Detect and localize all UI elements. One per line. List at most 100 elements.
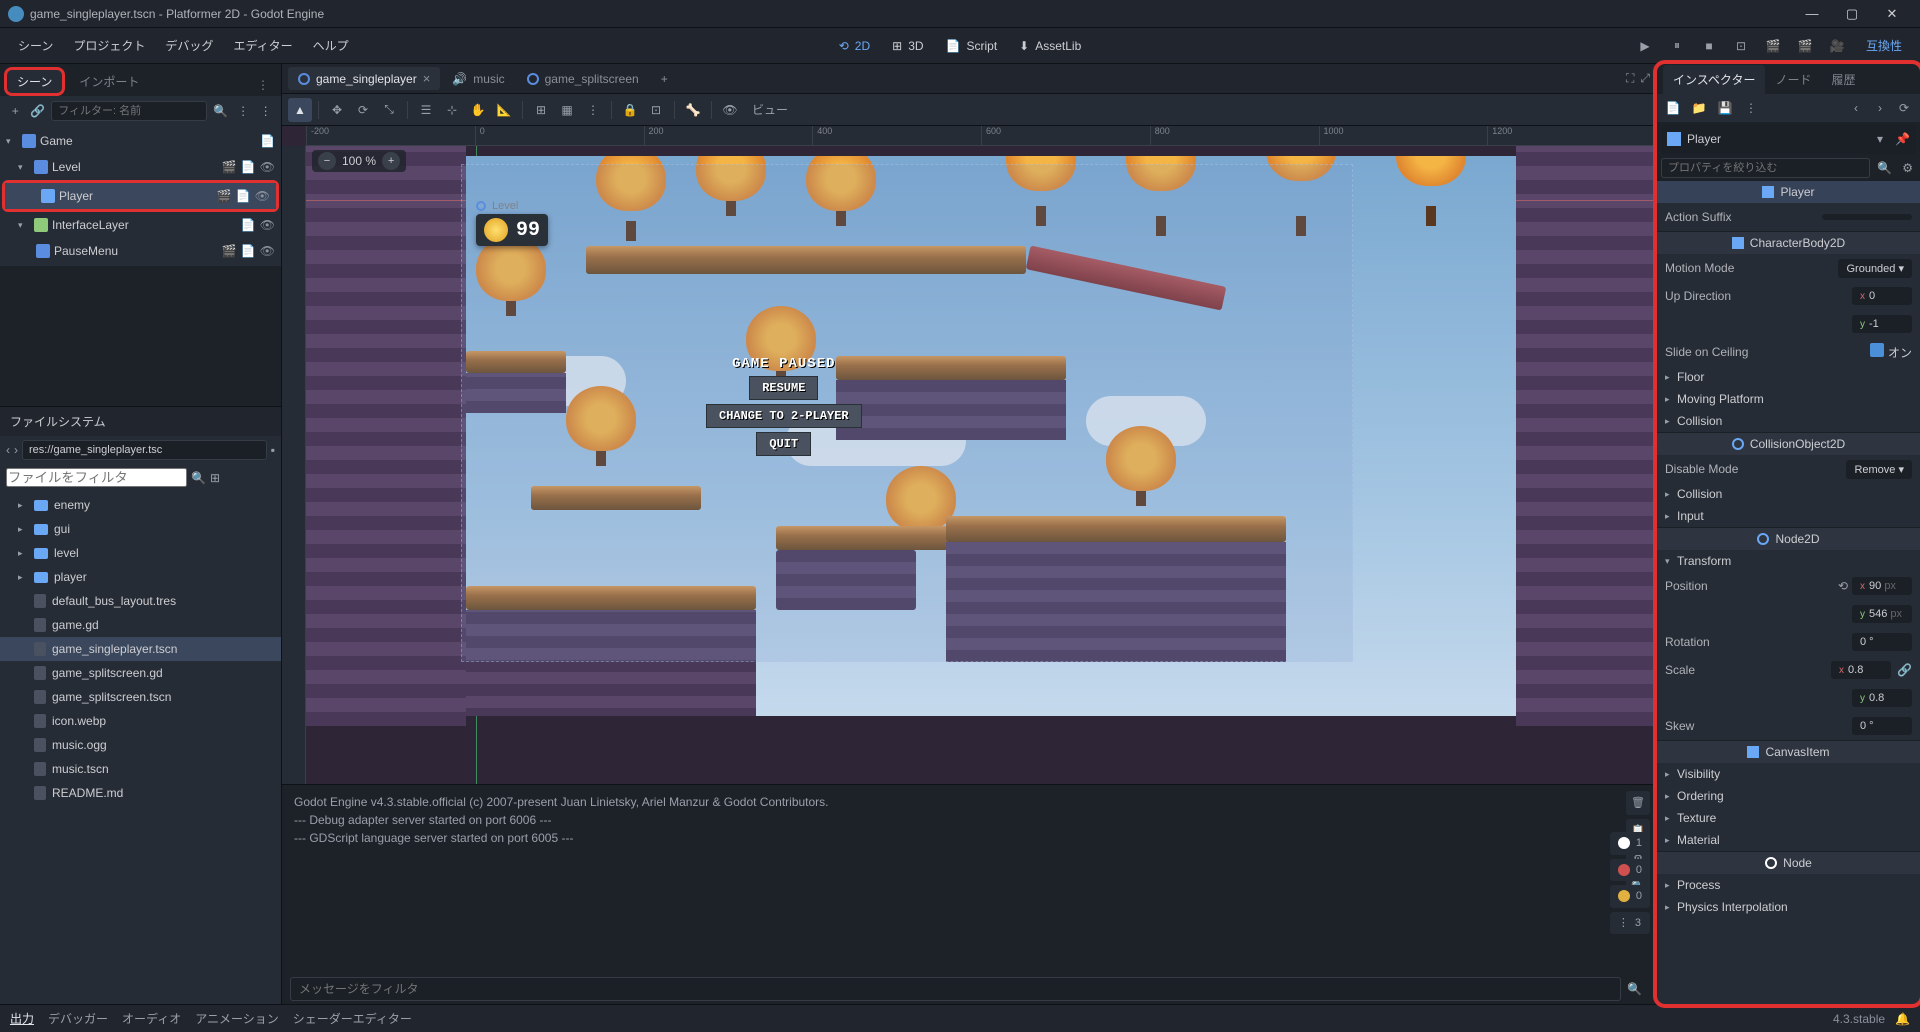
visibility-icon[interactable]: 👁 <box>260 160 275 174</box>
nav-back-button[interactable]: ‹ <box>6 443 10 457</box>
script-icon[interactable]: 📄 <box>236 189 251 203</box>
script-icon[interactable]: 📄 <box>241 160 256 174</box>
group-visibility[interactable]: ▸Visibility <box>1657 763 1920 785</box>
close-button[interactable]: ✕ <box>1872 0 1912 28</box>
tab-audio[interactable]: オーディオ <box>122 1010 181 1027</box>
motion-mode-select[interactable]: Grounded ▾ <box>1838 259 1912 278</box>
group-collision2[interactable]: ▸Collision <box>1657 483 1920 505</box>
fs-item-game_singleplayer-tscn[interactable]: game_singleplayer.tscn <box>0 637 281 661</box>
save-resource-icon[interactable]: 💾 <box>1715 98 1735 118</box>
group-tool[interactable]: ⊡ <box>644 98 668 122</box>
instance-icon[interactable]: 🎬 <box>222 244 237 258</box>
search-icon[interactable]: 🔍 <box>1874 158 1895 178</box>
scale-y-field[interactable]: y0.8 <box>1852 689 1912 707</box>
visibility-icon[interactable]: 👁 <box>260 218 275 232</box>
list-tool[interactable]: ☰ <box>414 98 438 122</box>
zoom-in-button[interactable]: + <box>382 152 400 170</box>
menu-project[interactable]: プロジェクト <box>63 31 155 60</box>
tree-node-interfacelayer[interactable]: ▾ InterfaceLayer 📄👁 <box>0 212 281 238</box>
switch-3d[interactable]: ⊞ 3D <box>882 33 933 59</box>
menu-scene[interactable]: シーン <box>8 31 63 60</box>
extra-options-icon[interactable]: ⋮ <box>1741 98 1761 118</box>
fs-item-default_bus_layout-tres[interactable]: default_bus_layout.tres <box>0 589 281 613</box>
tab-output[interactable]: 出力 <box>10 1010 34 1027</box>
tab-inspector[interactable]: インスペクター <box>1663 65 1765 94</box>
play-scene-button[interactable]: 🎬 <box>1760 34 1786 58</box>
info-counter[interactable]: 0 <box>1610 885 1650 908</box>
visibility-icon[interactable]: 👁 <box>260 244 275 258</box>
script-icon[interactable]: 📄 <box>241 218 256 232</box>
menu-editor[interactable]: エディター <box>223 31 302 60</box>
property-filter-input[interactable] <box>1661 158 1870 178</box>
visibility-icon[interactable]: 👁 <box>255 189 270 203</box>
fs-options-icon[interactable]: ⊞ <box>210 471 220 485</box>
tab-history[interactable]: 履歴 <box>1821 65 1865 94</box>
snap-toggle[interactable]: ⊞ <box>529 98 553 122</box>
filter-options-icon[interactable]: ⚙ <box>1899 158 1916 178</box>
remote-button[interactable]: ⊡ <box>1728 34 1754 58</box>
pan-tool[interactable]: ✋ <box>466 98 490 122</box>
distraction-free-icon[interactable]: ⛶ <box>1626 71 1634 86</box>
history-menu-icon[interactable]: ⟳ <box>1894 98 1914 118</box>
fs-item-game-gd[interactable]: game.gd <box>0 613 281 637</box>
load-resource-icon[interactable]: 📁 <box>1689 98 1709 118</box>
select-tool[interactable]: ▲ <box>288 98 312 122</box>
revert-icon[interactable]: ⟲ <box>1838 579 1848 593</box>
class-player[interactable]: Player <box>1780 185 1814 199</box>
script-icon[interactable]: 📄 <box>260 134 275 148</box>
tree-node-player[interactable]: Player 🎬📄👁 <box>5 183 276 209</box>
canvas[interactable]: Level 99 GAME PAUSED RESUME CHANGE TO 2-… <box>306 146 1656 784</box>
scene-tab-1[interactable]: 🔊 music <box>442 68 514 90</box>
msg-counter[interactable]: ⋮3 <box>1610 912 1650 935</box>
action-suffix-field[interactable] <box>1822 214 1912 220</box>
fs-item-player[interactable]: ▸player <box>0 565 281 589</box>
up-y-field[interactable]: y-1 <box>1852 315 1912 333</box>
group-ordering[interactable]: ▸Ordering <box>1657 785 1920 807</box>
fs-item-enemy[interactable]: ▸enemy <box>0 493 281 517</box>
menu-help[interactable]: ヘルプ <box>303 31 359 60</box>
movie-button[interactable]: 🎥 <box>1824 34 1850 58</box>
fs-item-music-tscn[interactable]: music.tscn <box>0 757 281 781</box>
error-counter[interactable]: 1 <box>1610 832 1650 855</box>
tab-shader[interactable]: シェーダーエディター <box>293 1010 412 1027</box>
version-label[interactable]: 4.3.stable <box>1833 1012 1885 1026</box>
menu-debug[interactable]: デバッグ <box>155 31 223 60</box>
ruler-tool[interactable]: 📐 <box>492 98 516 122</box>
change-mode-button[interactable]: CHANGE TO 2-PLAYER <box>706 404 862 428</box>
visibility-tool[interactable]: 👁 <box>718 98 742 122</box>
search-icon[interactable]: 🔍 <box>211 100 230 122</box>
group-floor[interactable]: ▸Floor <box>1657 366 1920 388</box>
tree-node-game[interactable]: ▾ Game 📄 <box>0 128 281 154</box>
dock-menu-icon[interactable]: ⋮ <box>249 74 277 96</box>
warning-counter[interactable]: 0 <box>1610 859 1650 882</box>
stop-button[interactable]: ■ <box>1696 34 1722 58</box>
play-button[interactable]: ▶ <box>1632 34 1658 58</box>
zoom-value[interactable]: 100 % <box>342 154 376 168</box>
new-resource-icon[interactable]: 📄 <box>1663 98 1683 118</box>
fs-item-level[interactable]: ▸level <box>0 541 281 565</box>
close-tab-icon[interactable]: × <box>423 71 431 86</box>
group-moving-platform[interactable]: ▸Moving Platform <box>1657 388 1920 410</box>
pos-x-field[interactable]: x90 px <box>1852 577 1912 595</box>
add-scene-tab[interactable]: + <box>651 68 678 90</box>
tree-node-level[interactable]: ▾ Level 🎬📄👁 <box>0 154 281 180</box>
slide-checkbox[interactable]: オン <box>1870 343 1912 361</box>
inspected-node-selector[interactable]: Player ▾ 📌 <box>1661 124 1916 154</box>
class-node2d[interactable]: Node2D <box>1775 532 1819 546</box>
move-tool[interactable]: ✥ <box>325 98 349 122</box>
add-node-button[interactable]: + <box>6 100 25 122</box>
search-icon[interactable]: 🔍 <box>1621 982 1648 996</box>
group-collision[interactable]: ▸Collision <box>1657 410 1920 432</box>
tab-debugger[interactable]: デバッガー <box>48 1010 108 1027</box>
path-field[interactable]: res://game_singleplayer.tsc <box>22 440 267 460</box>
link-button[interactable]: 🔗 <box>29 100 48 122</box>
fs-item-gui[interactable]: ▸gui <box>0 517 281 541</box>
pos-y-field[interactable]: y546 px <box>1852 605 1912 623</box>
quit-button[interactable]: QUIT <box>756 432 811 456</box>
group-material[interactable]: ▸Material <box>1657 829 1920 851</box>
scene-tab-0[interactable]: game_singleplayer × <box>288 67 440 90</box>
tree-node-pausemenu[interactable]: PauseMenu 🎬📄👁 <box>0 238 281 264</box>
class-collisionobject2d[interactable]: CollisionObject2D <box>1750 437 1845 451</box>
search-icon[interactable]: 🔍 <box>191 471 206 485</box>
fs-item-game_splitscreen-tscn[interactable]: game_splitscreen.tscn <box>0 685 281 709</box>
